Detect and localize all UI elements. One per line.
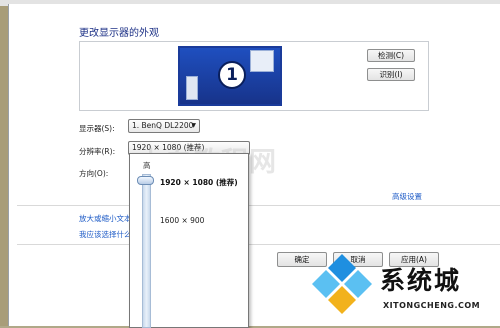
display-select[interactable]: 1. BenQ DL2200 ▼ [128, 119, 200, 133]
mini-panel-icon [186, 76, 198, 100]
brand-logo-icon [312, 254, 372, 314]
orientation-label: 方向(O): [79, 169, 109, 178]
mini-window-icon [250, 50, 274, 72]
display-select-value: 1. BenQ DL2200 [132, 121, 194, 130]
help-link[interactable]: 我应该选择什么 [79, 229, 132, 240]
resolution-popup: 高 1920 × 1080 (推荐) 1600 × 900 [129, 153, 249, 328]
dropdown-arrow-icon: ▼ [191, 122, 196, 129]
resolution-option-1[interactable]: 1920 × 1080 (推荐) [160, 177, 238, 188]
brand-watermark: 系统城 XITONGCHENG.COM [308, 250, 500, 326]
text-size-link[interactable]: 放大或缩小文本 [79, 213, 132, 224]
slider-thumb-icon[interactable] [137, 176, 154, 185]
monitor-icon[interactable]: 1 [178, 46, 282, 106]
advanced-settings-link[interactable]: 高级设置 [392, 191, 422, 202]
page-title: 更改显示器的外观 [79, 28, 159, 39]
display-label: 显示器(S): [79, 124, 115, 133]
resolution-slider-track[interactable] [142, 174, 151, 328]
divider [17, 205, 500, 206]
brand-url: XITONGCHENG.COM [383, 301, 481, 310]
resolution-option-2[interactable]: 1600 × 900 [160, 216, 204, 225]
desktop-edge [0, 0, 8, 326]
identify-button[interactable]: 识别(I) [367, 68, 415, 81]
detect-button[interactable]: 检测(C) [367, 49, 415, 62]
brand-name: 系统城 [380, 266, 462, 295]
high-label: 高 [143, 161, 151, 170]
divider [17, 244, 500, 245]
resolution-label: 分辨率(R): [79, 147, 116, 156]
monitor-number: 1 [218, 61, 246, 89]
